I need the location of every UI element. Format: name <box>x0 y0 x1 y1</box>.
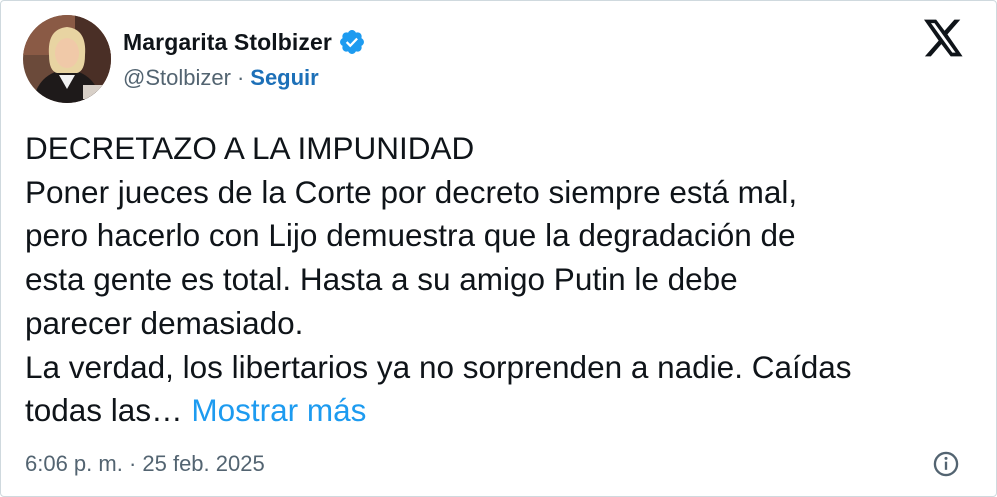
avatar[interactable] <box>23 15 111 103</box>
handle-row: @Stolbizer · Seguir <box>123 65 366 91</box>
name-row: Margarita Stolbizer <box>123 25 366 59</box>
follow-button[interactable]: Seguir <box>250 65 318 91</box>
tweet-text: DECRETAZO A LA IMPUNIDAD Poner jueces de… <box>25 127 975 433</box>
tweet-line: esta gente es total. Hasta a su amigo Pu… <box>25 261 738 298</box>
timestamp[interactable]: 6:06 p. m. · 25 feb. 2025 <box>25 451 265 477</box>
show-more-link[interactable]: Mostrar más <box>191 392 366 428</box>
tweet-card: Margarita Stolbizer @Stolbizer · Seguir … <box>0 0 997 497</box>
tweet-line: parecer demasiado. <box>25 304 304 341</box>
separator-dot: · <box>236 65 245 90</box>
author-name[interactable]: Margarita Stolbizer <box>123 29 332 56</box>
info-icon[interactable] <box>932 450 960 478</box>
tweet-line: Poner jueces de la Corte por decreto sie… <box>25 173 798 210</box>
tweet-header: Margarita Stolbizer @Stolbizer · Seguir <box>23 15 366 103</box>
user-info: Margarita Stolbizer @Stolbizer · Seguir <box>123 25 366 91</box>
tweet-line: todas las… <box>25 392 183 429</box>
tweet-last-line: todas las… Mostrar más <box>25 389 975 433</box>
verified-badge-icon[interactable] <box>338 28 366 56</box>
tweet-line: pero hacerlo con Lijo demuestra que la d… <box>25 217 796 254</box>
author-handle[interactable]: @Stolbizer <box>123 65 231 91</box>
tweet-line: DECRETAZO A LA IMPUNIDAD <box>25 130 475 166</box>
x-logo-icon[interactable] <box>924 19 964 57</box>
tweet-line: La verdad, los libertarios ya no sorpren… <box>25 348 852 385</box>
